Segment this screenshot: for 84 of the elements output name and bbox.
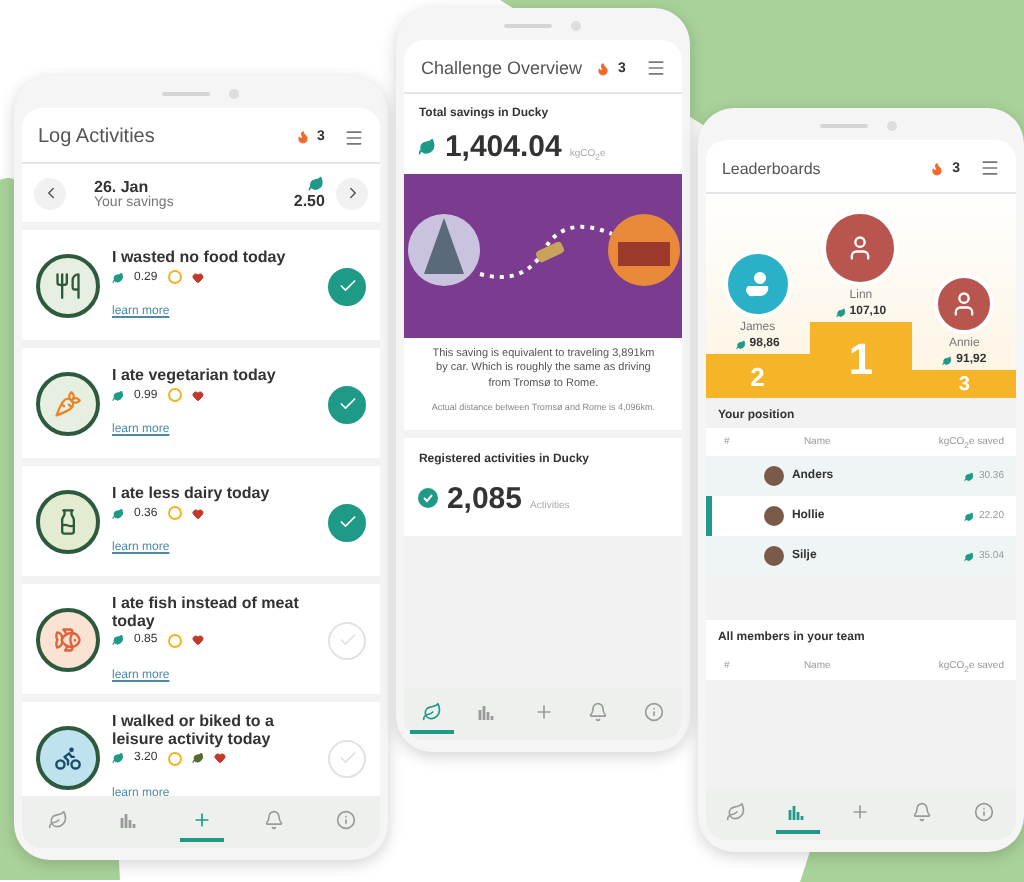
screen-title: Leaderboards	[721, 159, 823, 177]
leaf-icon	[418, 138, 437, 156]
carrot-icon	[54, 390, 82, 418]
heart-icon	[191, 634, 204, 646]
leaf-icon	[112, 634, 124, 646]
flame-icon	[295, 130, 310, 144]
bell-icon	[588, 702, 609, 722]
avatar-placeholder	[763, 466, 784, 486]
add-icon	[191, 810, 212, 830]
savings-amount: 2.50	[293, 192, 325, 210]
phone-speaker-drawing	[503, 20, 584, 32]
leaf-icon	[112, 752, 124, 764]
leaf-icon	[942, 355, 953, 365]
bell-icon	[912, 802, 933, 822]
avatar-placeholder	[763, 546, 784, 566]
leaf-icon	[964, 471, 975, 481]
leaf-icon	[422, 702, 443, 722]
avatar-placeholder	[763, 506, 784, 526]
screen-title: Challenge Overview	[420, 58, 584, 78]
info-icon	[335, 810, 355, 830]
leaf-icon	[964, 551, 975, 561]
utensils-icon	[54, 272, 82, 300]
leaf-icon	[112, 271, 124, 283]
bar-chart-icon	[788, 802, 809, 822]
check-circle-icon	[418, 488, 439, 509]
check-icon	[337, 276, 358, 296]
add-icon	[850, 802, 871, 822]
heart-icon	[213, 752, 226, 764]
leaf-icon	[964, 511, 975, 521]
menu-icon[interactable]	[344, 127, 365, 147]
avatar-placeholder	[822, 210, 899, 286]
phone-speaker-drawing	[820, 120, 901, 132]
plant-icon	[191, 752, 204, 764]
leaf-icon	[726, 802, 747, 822]
flame-icon	[596, 61, 611, 75]
bell-icon	[263, 810, 284, 830]
heart-icon	[191, 271, 204, 283]
heart-icon	[191, 507, 204, 519]
avatar-placeholder	[934, 274, 995, 334]
screen-title: Log Activities	[38, 126, 157, 148]
bar-chart-icon	[477, 702, 498, 722]
previous-day-button[interactable]	[34, 177, 66, 209]
coin-icon	[167, 506, 182, 520]
leaf-icon	[112, 507, 124, 519]
activity-title: I ate fish instead of meat today	[112, 593, 301, 629]
check-icon	[337, 748, 358, 768]
menu-icon[interactable]	[980, 158, 1000, 178]
check-icon	[337, 512, 358, 532]
leaf-icon	[308, 176, 325, 192]
podium-step: 1	[809, 322, 913, 398]
activity-title: I ate vegetarian today	[112, 366, 278, 384]
duck-avatar	[723, 250, 792, 318]
info-icon	[644, 702, 665, 722]
coin-icon	[167, 751, 182, 765]
completed-checkbox[interactable]	[328, 267, 367, 305]
fish-icon	[54, 626, 82, 654]
podium-step: 2	[705, 354, 810, 398]
leaf-icon	[112, 389, 124, 401]
leaf-icon	[735, 339, 746, 349]
next-day-button[interactable]	[336, 177, 369, 209]
check-icon	[337, 394, 358, 414]
menu-icon[interactable]	[645, 58, 666, 78]
heart-icon	[191, 389, 204, 401]
activity-title: I ate less dairy today	[112, 484, 272, 502]
coin-icon	[167, 270, 182, 284]
completed-checkbox[interactable]	[328, 385, 367, 423]
coin-icon	[167, 633, 182, 647]
flame-icon	[930, 161, 945, 175]
bicycle-icon	[54, 744, 82, 772]
completed-checkbox[interactable]	[328, 503, 367, 541]
bar-chart-icon	[119, 810, 140, 830]
podium-step: 3	[912, 370, 1016, 398]
activity-title: I wasted no food today	[112, 248, 288, 266]
add-icon	[533, 702, 554, 722]
date-label: 26. Jan	[94, 177, 149, 195]
phone-speaker-drawing	[161, 88, 242, 100]
activities-count: 2,085	[446, 482, 522, 517]
activity-title: I walked or biked to a leisure activity today	[112, 711, 276, 747]
coin-icon	[167, 388, 182, 402]
leaf-icon	[47, 810, 68, 830]
check-icon	[337, 630, 358, 650]
leaf-icon	[835, 307, 846, 317]
total-savings-value: 1,404.04	[444, 130, 562, 164]
info-icon	[974, 802, 995, 822]
